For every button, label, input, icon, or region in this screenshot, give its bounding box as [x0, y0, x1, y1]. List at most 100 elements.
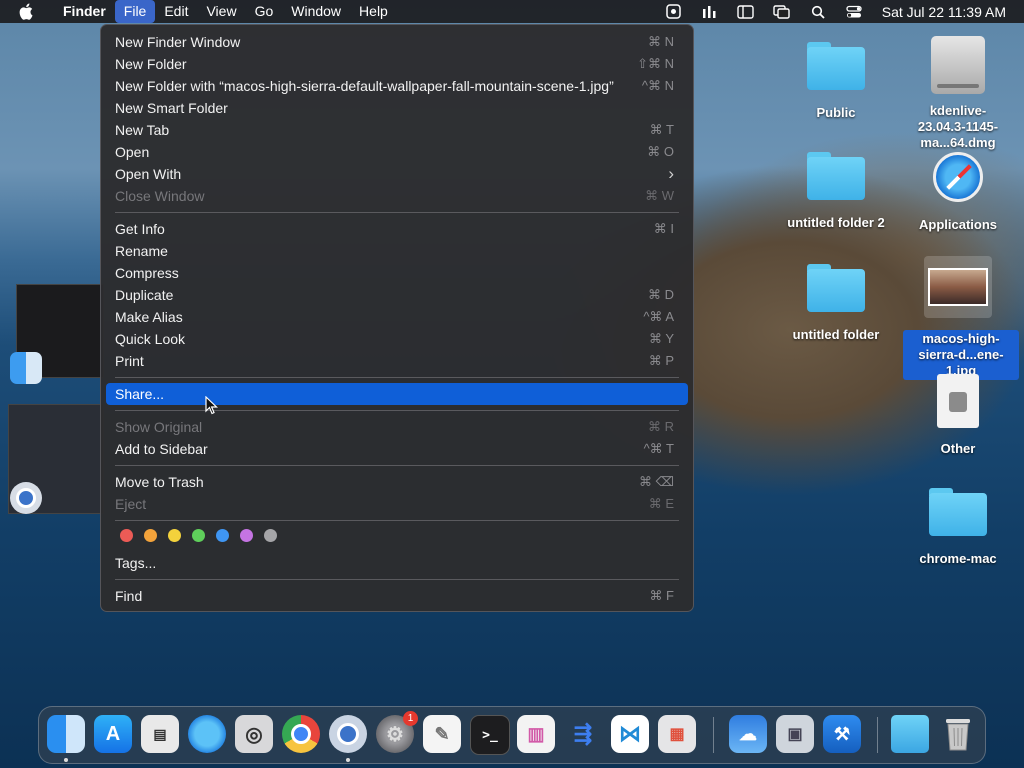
disk-image-icon: [931, 36, 985, 94]
columns-icon[interactable]: ▥: [517, 715, 555, 753]
menu-item-compress[interactable]: Compress: [106, 262, 688, 284]
app-store-icon[interactable]: A: [94, 715, 132, 753]
menu-item-rename[interactable]: Rename: [106, 240, 688, 262]
menu-item-label: Make Alias: [115, 309, 183, 325]
menu-item-tags[interactable]: Tags...: [106, 552, 688, 574]
menu-file[interactable]: File: [114, 0, 156, 23]
tag-color-row: [120, 529, 288, 542]
weather-icon[interactable]: ☁: [729, 715, 767, 753]
instruments-icon[interactable]: ⇶: [564, 715, 602, 753]
shortcut-label: ⌘ E: [648, 496, 674, 511]
desktop-icon-macos-wallpaper-jpg[interactable]: macos-high-sierra-d...ene-1.jpg: [903, 256, 1019, 380]
search-icon[interactable]: [809, 5, 827, 19]
chrome-icon[interactable]: [282, 715, 320, 753]
tag-orange-dot[interactable]: [144, 529, 157, 542]
menu-item-label: New Finder Window: [115, 34, 241, 50]
launchpad-icon[interactable]: ▦: [658, 715, 696, 753]
menu-item-move-to-trash[interactable]: Move to Trash ⌘ ⌫: [106, 471, 688, 493]
menu-item-label: New Smart Folder: [115, 100, 228, 116]
menu-item-new-folder-with-selection[interactable]: New Folder with “macos-high-sierra-defau…: [106, 75, 688, 97]
running-indicator: [64, 758, 68, 762]
terminal-icon[interactable]: >_: [470, 715, 510, 755]
folder-icon: [807, 152, 865, 200]
menu-item-label: Open: [115, 144, 150, 160]
chevron-right-icon: ›: [668, 164, 674, 183]
tag-red-dot[interactable]: [120, 529, 133, 542]
menu-go[interactable]: Go: [246, 0, 283, 23]
shortcut-label: ^⌘ T: [643, 441, 674, 456]
menu-item-share[interactable]: Share...: [106, 383, 688, 405]
apple-menu-icon[interactable]: [17, 0, 35, 23]
menu-item-quick-look[interactable]: Quick Look ⌘ Y: [106, 328, 688, 350]
stats-icon[interactable]: [701, 5, 719, 19]
downloads-folder-icon[interactable]: [891, 715, 929, 753]
desktop-icon-other[interactable]: Other: [903, 374, 1013, 458]
screen-recording-icon[interactable]: [665, 4, 683, 19]
system-preferences-icon[interactable]: ⚙ 1: [376, 711, 418, 753]
menu-view[interactable]: View: [197, 0, 245, 23]
desktop-icon-label: chrome-mac: [919, 551, 997, 566]
screen-mirroring-icon[interactable]: [773, 4, 791, 19]
menu-help[interactable]: Help: [350, 0, 397, 23]
desktop-icon-applications[interactable]: Applications: [903, 152, 1013, 234]
menu-item-add-to-sidebar[interactable]: Add to Sidebar ^⌘ T: [106, 438, 688, 460]
menu-item-label: Tags...: [115, 555, 157, 571]
menu-item-new-tab[interactable]: New Tab ⌘ T: [106, 119, 688, 141]
preview-icon[interactable]: ▣: [776, 715, 814, 753]
menu-item-print[interactable]: Print ⌘ P: [106, 350, 688, 372]
shortcut-label: ^⌘ A: [643, 309, 674, 324]
menu-item-new-smart-folder[interactable]: New Smart Folder: [106, 97, 688, 119]
menu-item-get-info[interactable]: Get Info ⌘ I: [106, 218, 688, 240]
menu-item-eject: Eject ⌘ E: [106, 493, 688, 515]
chromium-icon[interactable]: [329, 715, 367, 753]
menu-item-label: Move to Trash: [115, 474, 204, 490]
xcode-icon[interactable]: ⚒: [823, 715, 861, 753]
finder-app-icon[interactable]: [10, 352, 42, 384]
tag-purple-dot[interactable]: [240, 529, 253, 542]
menu-item-label: Open With: [115, 166, 182, 182]
desktop-icon-label: Public: [816, 105, 856, 120]
finder-icon[interactable]: [47, 715, 85, 753]
shortcut-label: ⌘ W: [645, 188, 674, 203]
menu-item-label: Show Original: [115, 419, 203, 435]
tag-blue-dot[interactable]: [216, 529, 229, 542]
image-thumbnail-icon: [924, 256, 992, 318]
trash-icon[interactable]: [939, 715, 977, 753]
menu-item-find[interactable]: Find ⌘ F: [106, 585, 688, 607]
screenshot-icon[interactable]: ◎: [235, 715, 273, 753]
tag-yellow-dot[interactable]: [168, 529, 181, 542]
menu-item-open-with[interactable]: Open With ›: [106, 163, 688, 185]
menu-app-finder[interactable]: Finder: [54, 0, 115, 23]
desktop-icon-untitled-folder[interactable]: untitled folder: [781, 264, 891, 344]
tag-gray-dot[interactable]: [264, 529, 277, 542]
menu-item-open[interactable]: Open ⌘ O: [106, 141, 688, 163]
menu-item-duplicate[interactable]: Duplicate ⌘ D: [106, 284, 688, 306]
vscode-icon[interactable]: ⋈: [611, 715, 649, 753]
shortcut-label: ⌘ N: [648, 34, 674, 49]
notification-badge: 1: [403, 711, 418, 726]
textedit-icon[interactable]: ✎: [423, 715, 461, 753]
tag-green-dot[interactable]: [192, 529, 205, 542]
sidebar-icon[interactable]: [737, 4, 755, 19]
desktop-icon-public[interactable]: Public: [781, 42, 891, 122]
chromium-app-icon[interactable]: [10, 482, 42, 514]
control-center-icon[interactable]: [845, 5, 863, 19]
desktop-icon-chrome-mac[interactable]: chrome-mac: [903, 488, 1013, 568]
menu-item-show-original: Show Original ⌘ R: [106, 416, 688, 438]
menu-edit[interactable]: Edit: [155, 0, 197, 23]
menu-item-label: New Folder: [115, 56, 187, 72]
safari-icon[interactable]: [188, 715, 226, 753]
desktop-icon-untitled-folder-2[interactable]: untitled folder 2: [781, 152, 891, 232]
shortcut-label: ⌘ I: [653, 221, 674, 236]
menu-item-new-finder-window[interactable]: New Finder Window ⌘ N: [106, 31, 688, 53]
menu-window[interactable]: Window: [282, 0, 350, 23]
activity-icon[interactable]: ▤: [141, 715, 179, 753]
desktop-icon-label: untitled folder: [792, 327, 880, 342]
menu-item-make-alias[interactable]: Make Alias ^⌘ A: [106, 306, 688, 328]
menu-item-new-folder[interactable]: New Folder ⇧⌘ N: [106, 53, 688, 75]
menubar-clock[interactable]: Sat Jul 22 11:39 AM: [882, 4, 1006, 20]
desktop-icon-kdenlive-dmg[interactable]: kdenlive-23.04.3-1145-ma...64.dmg: [903, 36, 1013, 152]
shortcut-label: ⌘ P: [648, 353, 674, 368]
menu-item-label: Close Window: [115, 188, 205, 204]
dock-separator: [713, 717, 714, 753]
